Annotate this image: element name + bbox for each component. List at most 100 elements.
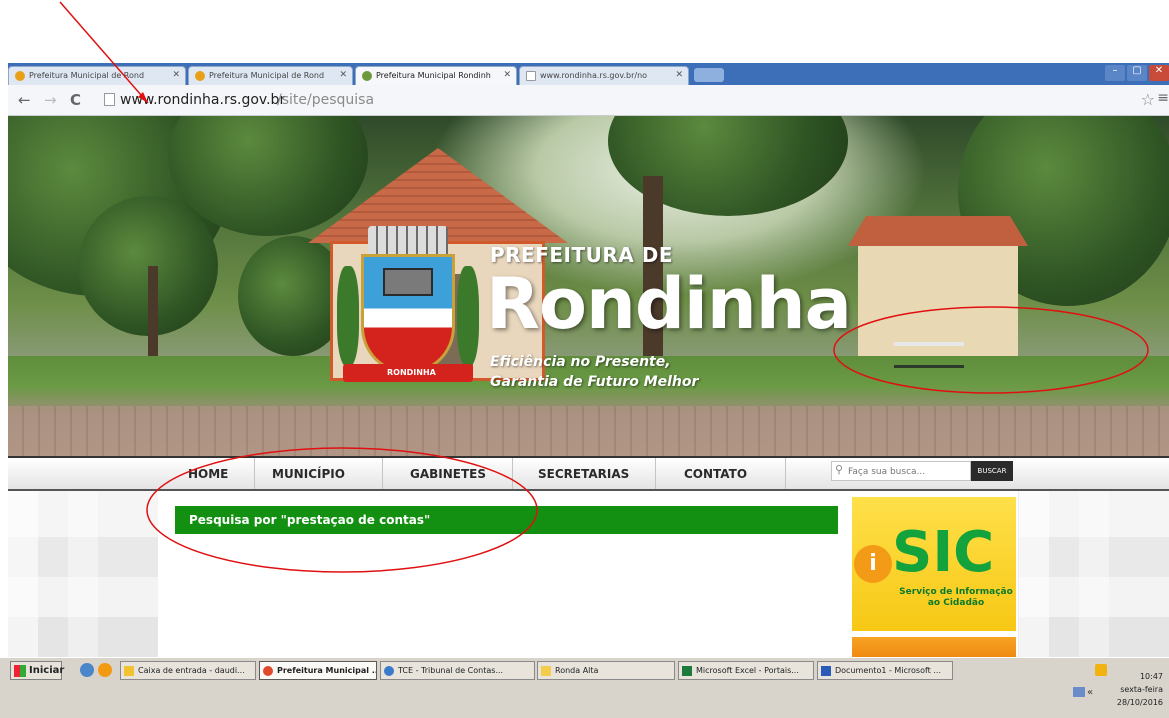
nav-municipio[interactable]: MUNICÍPIO bbox=[272, 467, 345, 481]
word-icon bbox=[821, 666, 831, 676]
start-label: Iniciar bbox=[29, 665, 65, 676]
tab-label: www.rondinha.rs.gov.br/no bbox=[540, 71, 648, 80]
sic-subtitle: Serviço de Informação ao Cidadão bbox=[898, 587, 1014, 609]
browser-tab-4[interactable]: www.rondinha.rs.gov.br/no ✕ bbox=[519, 66, 689, 85]
info-icon: i bbox=[854, 545, 892, 583]
sidebar-banner-2[interactable] bbox=[852, 637, 1016, 657]
tab-label: Prefeitura Municipal de Rond bbox=[209, 71, 325, 80]
clock-time: 10:47 bbox=[1139, 672, 1163, 681]
nav-divider bbox=[655, 458, 656, 489]
browser-tab-2[interactable]: Prefeitura Municipal de Rond ✕ bbox=[188, 66, 353, 85]
main-column: Pesquisa por "prestaçao de contas" i SIC… bbox=[158, 491, 1018, 657]
maximize-icon[interactable]: ▢ bbox=[1127, 65, 1147, 81]
quicklaunch-app-icon[interactable] bbox=[98, 663, 112, 677]
minimize-icon[interactable]: – bbox=[1105, 65, 1125, 81]
reload-icon[interactable]: C bbox=[70, 91, 81, 109]
close-tab-icon[interactable]: ✕ bbox=[675, 70, 683, 80]
folder-icon bbox=[541, 666, 551, 676]
sic-subtitle-line-2: ao Cidadão bbox=[927, 598, 985, 608]
new-tab-button[interactable] bbox=[694, 68, 724, 82]
close-tab-icon[interactable]: ✕ bbox=[172, 70, 180, 80]
task-label: Caixa de entrada - daudi... bbox=[138, 666, 245, 675]
content-area: Pesquisa por "prestaçao de contas" i SIC… bbox=[8, 491, 1169, 657]
favicon-icon bbox=[362, 71, 372, 81]
tab-label: Prefeitura Municipal de Rond bbox=[29, 71, 145, 80]
close-tab-icon[interactable]: ✕ bbox=[503, 70, 511, 80]
building bbox=[848, 216, 1028, 356]
close-tab-icon[interactable]: ✕ bbox=[339, 70, 347, 80]
taskbar-item-folder[interactable]: Ronda Alta bbox=[537, 661, 675, 680]
nav-gabinetes[interactable]: GABINETES bbox=[410, 467, 486, 481]
taskbar-item-excel[interactable]: Microsoft Excel - Portais... bbox=[678, 661, 814, 680]
crest-ribbon-text: RONDINHA bbox=[387, 368, 436, 377]
taskbar-item-mail[interactable]: Caixa de entrada - daudi... bbox=[120, 661, 256, 680]
browser-toolbar: ← → C www.rondinha.rs.gov.br /site/pesqu… bbox=[8, 85, 1169, 116]
taskbar-item-word[interactable]: Documento1 - Microsoft ... bbox=[817, 661, 953, 680]
search-field[interactable]: ⚲ bbox=[831, 461, 971, 481]
task-label: Prefeitura Municipal ... bbox=[277, 666, 377, 675]
background-pattern-right bbox=[1019, 491, 1169, 657]
tray-expand-icon[interactable]: « bbox=[1087, 687, 1093, 698]
building-roof bbox=[848, 216, 1028, 246]
nav-divider bbox=[512, 458, 513, 489]
tray-app-icon[interactable] bbox=[1095, 664, 1107, 676]
nav-divider bbox=[382, 458, 383, 489]
forward-arrow-icon[interactable]: → bbox=[44, 91, 57, 109]
taskbar-item-ie[interactable]: TCE - Tribunal de Contas... bbox=[380, 661, 535, 680]
start-button[interactable]: Iniciar bbox=[10, 661, 65, 680]
page-icon bbox=[104, 93, 115, 106]
slogan-line-1: Eficiência no Presente, bbox=[490, 354, 671, 370]
task-label: Microsoft Excel - Portais... bbox=[696, 666, 799, 675]
mail-icon bbox=[124, 666, 134, 676]
browser-tab-strip: Prefeitura Municipal de Rond ✕ Prefeitur… bbox=[8, 63, 1169, 85]
clock-day: sexta-feira bbox=[1120, 685, 1163, 694]
quicklaunch-browser-icon[interactable] bbox=[80, 663, 94, 677]
search-button[interactable]: BUSCAR bbox=[971, 461, 1013, 481]
close-window-icon[interactable]: ✕ bbox=[1149, 65, 1169, 81]
favicon-icon bbox=[195, 71, 205, 81]
laurel-right bbox=[457, 266, 479, 366]
favicon-icon bbox=[15, 71, 25, 81]
chrome-icon bbox=[263, 666, 273, 676]
tab-label: Prefeitura Municipal Rondinh bbox=[376, 71, 491, 80]
menu-icon[interactable]: ≡ bbox=[1157, 90, 1169, 106]
task-label: Documento1 - Microsoft ... bbox=[835, 666, 941, 675]
browser-tab-3[interactable]: Prefeitura Municipal Rondinh ✕ bbox=[355, 66, 517, 85]
address-bar[interactable]: www.rondinha.rs.gov.br /site/pesquisa bbox=[104, 90, 1144, 112]
search-icon: ⚲ bbox=[835, 463, 844, 476]
crest-ribbon: RONDINHA bbox=[343, 364, 473, 382]
page-icon bbox=[526, 71, 536, 81]
banner-title: Rondinha bbox=[486, 263, 852, 345]
back-arrow-icon[interactable]: ← bbox=[18, 91, 31, 109]
taskbar-item-browser[interactable]: Prefeitura Municipal ... bbox=[259, 661, 377, 680]
url-path: /site/pesquisa bbox=[277, 92, 375, 108]
nav-divider bbox=[785, 458, 786, 489]
crest-crown bbox=[368, 226, 448, 254]
bookmark-star-icon[interactable]: ☆ bbox=[1141, 90, 1155, 109]
ie-icon bbox=[384, 666, 394, 676]
excel-icon bbox=[682, 666, 692, 676]
nav-secretarias[interactable]: SECRETARIAS bbox=[538, 467, 629, 481]
search-input[interactable] bbox=[848, 464, 968, 479]
sic-title: SIC bbox=[892, 520, 995, 585]
sic-subtitle-line-1: Serviço de Informação bbox=[899, 587, 1013, 597]
bench bbox=[894, 342, 964, 368]
clock-date: 28/10/2016 bbox=[1116, 698, 1163, 707]
url-host: www.rondinha.rs.gov.br bbox=[120, 92, 286, 108]
background-pattern-left bbox=[8, 491, 158, 657]
task-label: Ronda Alta bbox=[555, 666, 599, 675]
banner-slogan: Eficiência no Presente, Garantia de Futu… bbox=[490, 352, 698, 392]
task-label: TCE - Tribunal de Contas... bbox=[398, 666, 504, 675]
site-banner: RONDINHA PREFEITURA DE Rondinha Eficiênc… bbox=[8, 116, 1169, 456]
clock[interactable]: 10:47 sexta-feira 28/10/2016 bbox=[1117, 670, 1163, 709]
nav-contato[interactable]: CONTATO bbox=[684, 467, 747, 481]
network-icon[interactable] bbox=[1073, 687, 1085, 697]
search-results-heading: Pesquisa por "prestaçao de contas" bbox=[175, 506, 838, 534]
city-crest: RONDINHA bbox=[337, 226, 479, 386]
brick-path bbox=[8, 406, 1169, 456]
sic-banner[interactable]: i SIC Serviço de Informação ao Cidadão bbox=[852, 497, 1016, 631]
browser-tab-1[interactable]: Prefeitura Municipal de Rond ✕ bbox=[8, 66, 186, 85]
nav-home[interactable]: HOME bbox=[188, 467, 228, 481]
windows-taskbar: Iniciar Caixa de entrada - daudi... Pref… bbox=[0, 657, 1169, 718]
crest-building bbox=[383, 268, 433, 296]
